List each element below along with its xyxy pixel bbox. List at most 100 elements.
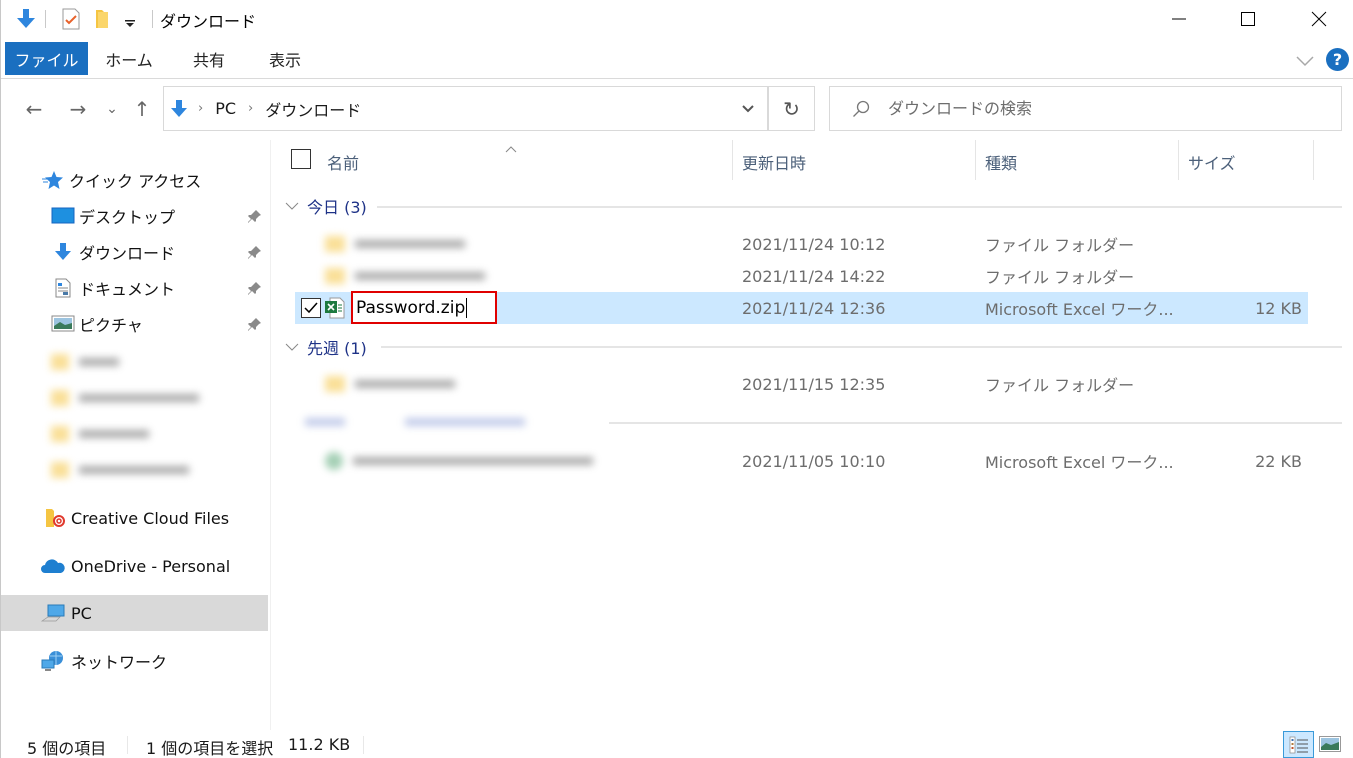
- address-bar[interactable]: › PC › ダウンロード: [163, 86, 768, 131]
- ribbon: ファイル ホーム 共有 表示 ?: [1, 40, 1353, 78]
- download-icon: [51, 242, 75, 262]
- table-row[interactable]: 2021/11/24 10:12 ファイル フォルダー: [295, 228, 1308, 260]
- table-row[interactable]: 2021/11/05 10:10 Microsoft Excel ワーク... …: [295, 445, 1308, 477]
- breadcrumb-separator: ›: [198, 101, 204, 116]
- new-folder-icon[interactable]: [95, 8, 111, 34]
- pin-icon[interactable]: [248, 316, 262, 335]
- back-button[interactable]: ←: [19, 94, 49, 124]
- file-type: Microsoft Excel ワーク...: [985, 300, 1174, 319]
- sidebar-item-label: ネットワーク: [71, 653, 168, 672]
- table-row[interactable]: 2021/11/15 12:35 ファイル フォルダー: [295, 368, 1308, 400]
- divider: [377, 206, 1342, 208]
- details-view-icon[interactable]: [1283, 731, 1314, 758]
- chevron-down-icon: [285, 202, 299, 210]
- group-header-last-week[interactable]: 先週 (1): [285, 335, 367, 359]
- column-divider[interactable]: [732, 140, 733, 180]
- selection-count: 1 個の項目を選択: [146, 739, 274, 758]
- file-type: ファイル フォルダー: [985, 376, 1135, 395]
- breadcrumb-pc[interactable]: PC: [215, 99, 236, 118]
- address-dropdown-button[interactable]: [727, 86, 769, 131]
- close-icon: [1311, 11, 1327, 27]
- search-input[interactable]: [888, 99, 1308, 118]
- column-header-size[interactable]: サイズ: [1188, 140, 1236, 184]
- file-name-blurred: [325, 260, 485, 292]
- chevron-down-icon: [742, 104, 754, 112]
- tab-share[interactable]: 共有: [181, 42, 237, 75]
- recent-locations-button[interactable]: ⌄: [103, 94, 121, 124]
- creative-cloud-icon: [43, 508, 67, 528]
- sidebar-item-onedrive[interactable]: OneDrive - Personal: [1, 548, 268, 584]
- file-modified: 2021/11/15 12:35: [742, 374, 886, 394]
- sidebar-item-downloads[interactable]: ダウンロード: [1, 234, 268, 270]
- sidebar-item-label: ダウンロード: [79, 244, 176, 263]
- sidebar-item-pictures[interactable]: ピクチャ: [1, 306, 268, 342]
- up-button[interactable]: ↑: [129, 94, 155, 124]
- navigation-pane: クイック アクセス デスクトップ ダウンロード ドキュメント ピクチャ Crea…: [1, 140, 271, 730]
- status-bar: 5 個の項目 1 個の項目を選択 11.2 KB: [1, 730, 1353, 758]
- pin-icon[interactable]: [248, 244, 262, 263]
- group-header-today[interactable]: 今日 (3): [285, 194, 367, 218]
- tab-home[interactable]: ホーム: [101, 42, 157, 75]
- excel-file-icon: [325, 452, 343, 470]
- tab-file[interactable]: ファイル: [5, 42, 88, 75]
- sidebar-item-label: クイック アクセス: [69, 172, 202, 191]
- column-header-type[interactable]: 種類: [985, 140, 1017, 184]
- pc-icon: [39, 603, 67, 623]
- close-button[interactable]: [1296, 0, 1342, 38]
- folder-icon: [325, 268, 345, 284]
- file-name-blurred: [325, 228, 475, 260]
- properties-check-icon[interactable]: [61, 8, 81, 34]
- sort-ascending-icon: [505, 138, 517, 157]
- search-icon: [852, 100, 870, 118]
- minimize-icon: [1172, 18, 1186, 20]
- select-all-checkbox[interactable]: [291, 149, 311, 169]
- breadcrumb-downloads[interactable]: ダウンロード: [265, 97, 361, 121]
- download-arrow-icon[interactable]: [15, 8, 37, 34]
- download-icon: [170, 99, 188, 119]
- column-header-name[interactable]: 名前: [327, 140, 359, 184]
- sidebar-item-documents[interactable]: ドキュメント: [1, 270, 268, 306]
- file-modified: 2021/11/24 14:22: [742, 266, 886, 286]
- folder-icon: [325, 236, 345, 252]
- sidebar-item-creative-cloud[interactable]: Creative Cloud Files: [1, 500, 268, 536]
- blurred-pinned-folders: [49, 348, 209, 488]
- excel-file-icon: [325, 297, 345, 323]
- table-row[interactable]: 2021/11/24 14:22 ファイル フォルダー: [295, 260, 1308, 292]
- sidebar-item-desktop[interactable]: デスクトップ: [1, 198, 268, 234]
- file-modified: 2021/11/24 12:36: [742, 298, 886, 318]
- customize-dropdown-icon[interactable]: [125, 14, 135, 33]
- sidebar-item-label: デスクトップ: [79, 208, 176, 227]
- selection-size: 11.2 KB: [288, 735, 351, 754]
- row-checkbox-checked[interactable]: [301, 298, 321, 318]
- tab-view[interactable]: 表示: [257, 42, 313, 75]
- divider: [45, 10, 46, 28]
- forward-button[interactable]: →: [63, 94, 93, 124]
- column-divider[interactable]: [1178, 140, 1179, 180]
- text-cursor: [466, 297, 468, 318]
- item-count: 5 個の項目: [27, 739, 107, 758]
- pin-icon[interactable]: [248, 280, 262, 299]
- column-header-modified[interactable]: 更新日時: [742, 140, 806, 184]
- search-box[interactable]: [829, 86, 1342, 131]
- column-divider[interactable]: [975, 140, 976, 180]
- sidebar-item-pc[interactable]: PC: [1, 595, 268, 631]
- sidebar-item-quick-access[interactable]: クイック アクセス: [1, 162, 268, 198]
- divider: [609, 422, 1342, 424]
- file-type: ファイル フォルダー: [985, 236, 1135, 255]
- help-icon[interactable]: ?: [1326, 48, 1349, 71]
- minimize-button[interactable]: [1156, 0, 1202, 38]
- pin-icon[interactable]: [248, 208, 262, 227]
- table-row-selected[interactable]: Password.zip 2021/11/24 12:36 Microsoft …: [295, 291, 1308, 324]
- divider: [381, 346, 1342, 348]
- network-icon: [39, 651, 67, 671]
- rename-input[interactable]: Password.zip: [351, 291, 497, 324]
- sidebar-item-label: ピクチャ: [79, 316, 143, 335]
- file-list: 名前 更新日時 種類 サイズ 今日 (3) 2021/11/24 10:12 フ…: [271, 136, 1353, 730]
- column-divider[interactable]: [1313, 140, 1314, 180]
- chevron-down-icon[interactable]: [1295, 52, 1315, 71]
- maximize-button[interactable]: [1225, 0, 1271, 38]
- large-icons-view-icon[interactable]: [1319, 736, 1341, 752]
- group-header-blurred[interactable]: [295, 412, 525, 432]
- sidebar-item-network[interactable]: ネットワーク: [1, 643, 268, 679]
- refresh-button[interactable]: ↻: [768, 86, 815, 131]
